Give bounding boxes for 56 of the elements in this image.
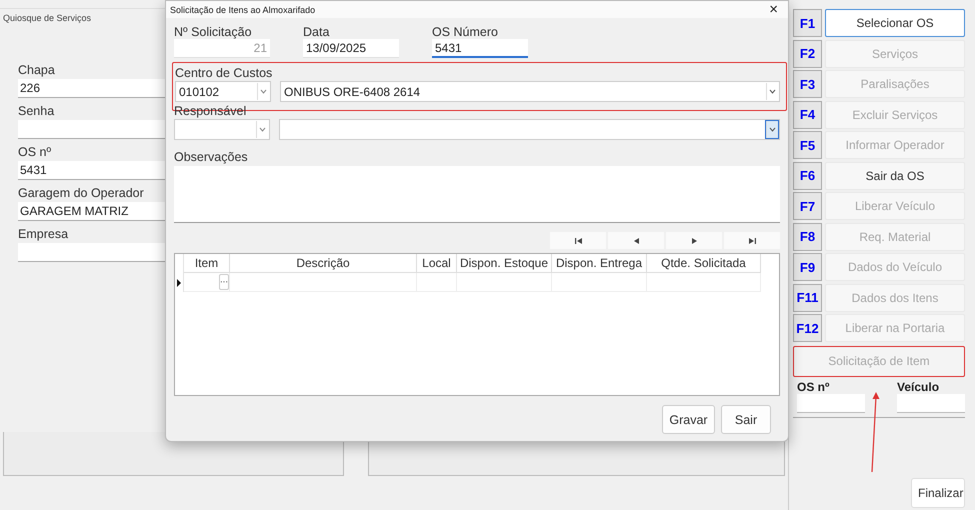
field-label: OS Número [432, 25, 498, 39]
function-key-label: F4 [793, 100, 822, 128]
function-key-label: F3 [793, 70, 822, 98]
field-label: Veículo [897, 380, 940, 394]
notes-field[interactable] [174, 166, 780, 223]
field-label: Empresa [18, 227, 68, 241]
caret-icon [766, 121, 778, 138]
column-header[interactable]: Dispon. Entrega [552, 254, 647, 273]
first-record-icon [572, 236, 584, 246]
function-key-label: F7 [793, 192, 822, 220]
dialog-button[interactable]: Sair [721, 405, 771, 434]
close-button[interactable]: × [763, 2, 784, 17]
column-header[interactable]: Item [184, 254, 230, 273]
description-dropdown[interactable]: ONIBUS ORE-6408 2614 [280, 81, 780, 102]
menu-button[interactable]: Sair da OS [825, 162, 965, 190]
code-dropdown[interactable]: 010102 [175, 81, 271, 102]
table-cell [417, 273, 457, 292]
input-field[interactable] [897, 394, 965, 412]
field-label: Garagem do Operador [18, 186, 144, 200]
function-key-label: F9 [793, 253, 822, 281]
function-key-label: F11 [793, 284, 822, 312]
column-header[interactable]: Local [417, 254, 457, 273]
function-key-label: F8 [793, 222, 822, 250]
input-field[interactable]: 13/09/2025 [303, 39, 399, 58]
caret-icon [256, 121, 268, 138]
field-label: Chapa [18, 63, 55, 77]
caret-icon [257, 83, 269, 100]
function-key-label: F1 [793, 9, 822, 37]
field-label: Senha [18, 104, 54, 118]
function-key-label: F12 [793, 314, 822, 342]
nav-button[interactable] [550, 232, 606, 249]
last-record-icon [746, 236, 758, 246]
field-label: Centro de Custos [175, 66, 272, 80]
function-key-label: F6 [793, 162, 822, 190]
column-header[interactable]: Descrição [230, 254, 417, 273]
dialog-title: Solicitação de Itens ao Almoxarifado [170, 4, 316, 14]
function-key-label: F2 [793, 40, 822, 68]
column-header[interactable]: Dispon. Estoque [457, 254, 552, 273]
function-key-label: F5 [793, 131, 822, 159]
field-label: OS nº [797, 380, 830, 394]
input-field[interactable]: 5431 [432, 39, 528, 58]
field-label: OS nº [18, 145, 52, 159]
caret-icon [766, 83, 778, 100]
description-dropdown[interactable] [279, 119, 780, 140]
finish-button[interactable]: Finalizar [911, 478, 965, 508]
input-field[interactable] [797, 394, 865, 412]
field-label: Nº Solicitação [174, 25, 252, 39]
column-header[interactable]: Qtde. Solicitada [647, 254, 761, 273]
field-label: Observações [174, 150, 248, 164]
code-dropdown[interactable] [174, 119, 270, 140]
window-title: Quiosque de Serviços [2, 12, 92, 25]
nav-button[interactable] [724, 232, 780, 249]
field-label: Data [303, 25, 330, 39]
dialog-button[interactable]: Gravar [662, 405, 715, 434]
lookup-button[interactable]: ··· [219, 274, 229, 290]
menu-button[interactable]: Selecionar OS [825, 9, 965, 37]
